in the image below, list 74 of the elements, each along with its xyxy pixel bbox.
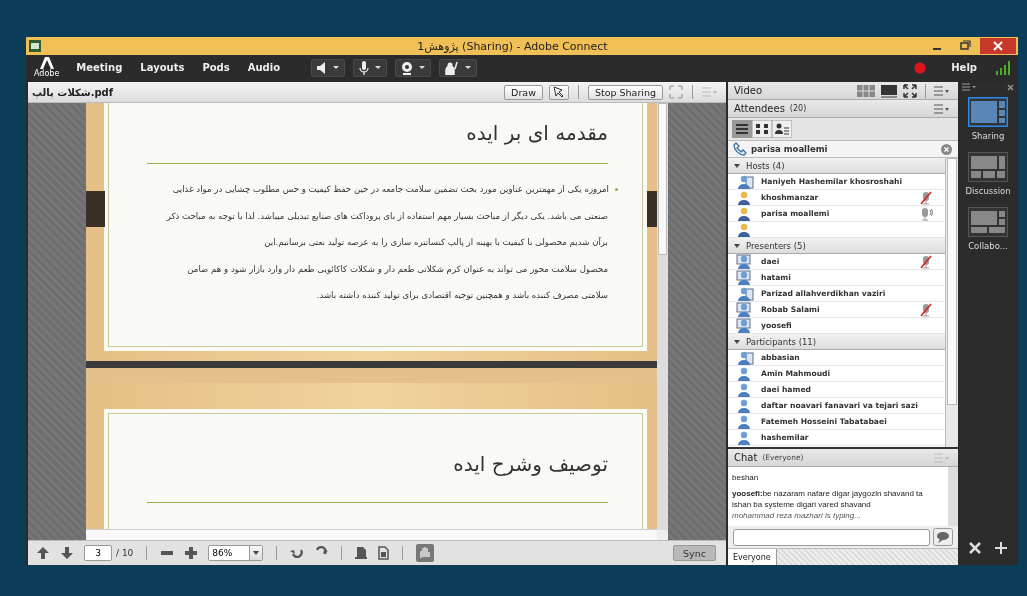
help-menu[interactable]: Help <box>944 62 984 73</box>
speaker-icon <box>317 61 328 74</box>
chat-tab[interactable]: Everyone <box>728 549 777 565</box>
file-name: شكلات پالپ.pdf <box>32 86 114 98</box>
stop-sharing-button[interactable]: Stop Sharing <box>587 84 663 100</box>
slide-title: مقدمه ای بر ایده <box>465 120 608 147</box>
screen-view-icon[interactable] <box>880 83 898 98</box>
close-icon[interactable] <box>1007 83 1014 91</box>
pod-menu-icon[interactable] <box>934 85 950 96</box>
slide-text-line: صنعتی می باشد. یکی دیگر از مباحث بسیار مهم استفاده از بای پروداکت های صنایع تبدیلی میباشد. لذا با توجه به مباحث ذکر <box>166 209 608 223</box>
slide-text-line: امروزه یکی از مهمترین عناوین مورد بحث تضمین سلامت جامعه در حین حفظ کیفیت و حس مطلوب چشایی در مواد غذایی <box>172 183 609 196</box>
menu-item[interactable]: Meeting <box>69 62 130 73</box>
draw-button[interactable]: Draw <box>504 84 543 100</box>
dark-strap <box>647 191 657 227</box>
horizontal-scrollbar[interactable] <box>86 529 657 540</box>
zoom-in-icon[interactable] <box>184 546 199 560</box>
microphone-button[interactable] <box>353 58 388 77</box>
scrollbar[interactable] <box>945 158 958 447</box>
close-icon[interactable] <box>980 38 1016 54</box>
raise-hand-button[interactable] <box>439 58 478 77</box>
menu-item[interactable]: Audio <box>240 62 288 73</box>
microphone-icon <box>359 60 370 75</box>
person-list-icon[interactable] <box>772 120 792 138</box>
webcam-icon <box>401 60 414 75</box>
record-icon[interactable] <box>914 61 927 74</box>
dark-strap <box>86 191 105 227</box>
pointer-button[interactable] <box>548 84 569 100</box>
scrollbar[interactable] <box>948 467 958 526</box>
page-number-field[interactable]: 3 <box>84 545 112 561</box>
breakout-view-icon[interactable] <box>752 120 772 138</box>
group-header[interactable]: Hosts (4) <box>728 158 945 174</box>
chat-message: yoosefi:be nazaram nafare digar jaygozin shavand ta ishan ba systeme digari vared shavand <box>732 488 924 510</box>
add-icon[interactable] <box>994 541 1008 555</box>
pages-icon[interactable] <box>377 546 390 560</box>
scrollbar[interactable] <box>657 103 668 530</box>
list-view-icon[interactable] <box>732 120 752 138</box>
speaker-button[interactable] <box>311 58 346 77</box>
sync-button[interactable]: Sync <box>673 545 716 561</box>
pod-title: Video <box>734 85 763 96</box>
slide-text-line: سلامتی مصرف کننده باشد و همچنین توجیه اقتصادی برای تولید کننده داشته باشد. <box>316 289 608 302</box>
zoom-dropdown[interactable]: 86% <box>208 545 264 561</box>
clear-icon[interactable] <box>941 143 952 155</box>
phone-icon <box>733 142 747 156</box>
slide-text-line: محصول سلامت محور می تواند به عنوان کرم شکلاتی طعم دار و شکلات کاکائویی طعم دار وارد بازار شود و هم ضامن <box>187 262 608 276</box>
chat-message: beshan <box>732 472 760 483</box>
grid-view-icon[interactable] <box>857 84 875 97</box>
typing-indicator: mohammad reza mazhari is typing... <box>732 511 862 520</box>
group-header[interactable]: Presenters (5) <box>728 238 945 254</box>
window-title: پژوهش1 (Sharing) - Adobe Connect <box>417 39 608 53</box>
page-total: / 10 <box>116 548 134 558</box>
signal-icon <box>996 60 1012 75</box>
webcam-button[interactable] <box>395 58 432 77</box>
fullscreen-icon[interactable] <box>903 83 917 98</box>
bullet-icon <box>615 187 618 191</box>
tools-icon[interactable] <box>968 541 982 555</box>
send-icon[interactable] <box>933 528 953 546</box>
hand-tool-icon[interactable] <box>416 544 435 562</box>
menu-item[interactable]: Layouts <box>133 62 192 73</box>
arrow-down-icon[interactable] <box>60 546 74 560</box>
raised-hand-icon <box>445 60 460 75</box>
adobe-logo: Adobe <box>34 57 60 78</box>
pod-title: Chat <box>734 452 758 463</box>
caller-name: parisa moallemi <box>751 144 828 154</box>
attendee-count: (20) <box>789 104 807 113</box>
pod-title: Attendees <box>734 103 785 114</box>
slide-text-line: برآن شدیم محصولی با کیفیت با بهینه از پالپ کنسانتره سازی را به عرصه تولید نعتی برسانیم.این <box>264 236 608 249</box>
menu-item[interactable]: Pods <box>195 62 237 73</box>
slide-title: توصیف وشرح ایده <box>452 451 608 478</box>
app-icon <box>29 40 41 52</box>
pod-menu-icon[interactable] <box>934 103 950 114</box>
arrow-up-icon[interactable] <box>36 546 50 560</box>
group-header[interactable]: Participants (11) <box>728 334 945 350</box>
chat-input[interactable] <box>733 528 930 546</box>
page-icon[interactable] <box>355 546 368 560</box>
